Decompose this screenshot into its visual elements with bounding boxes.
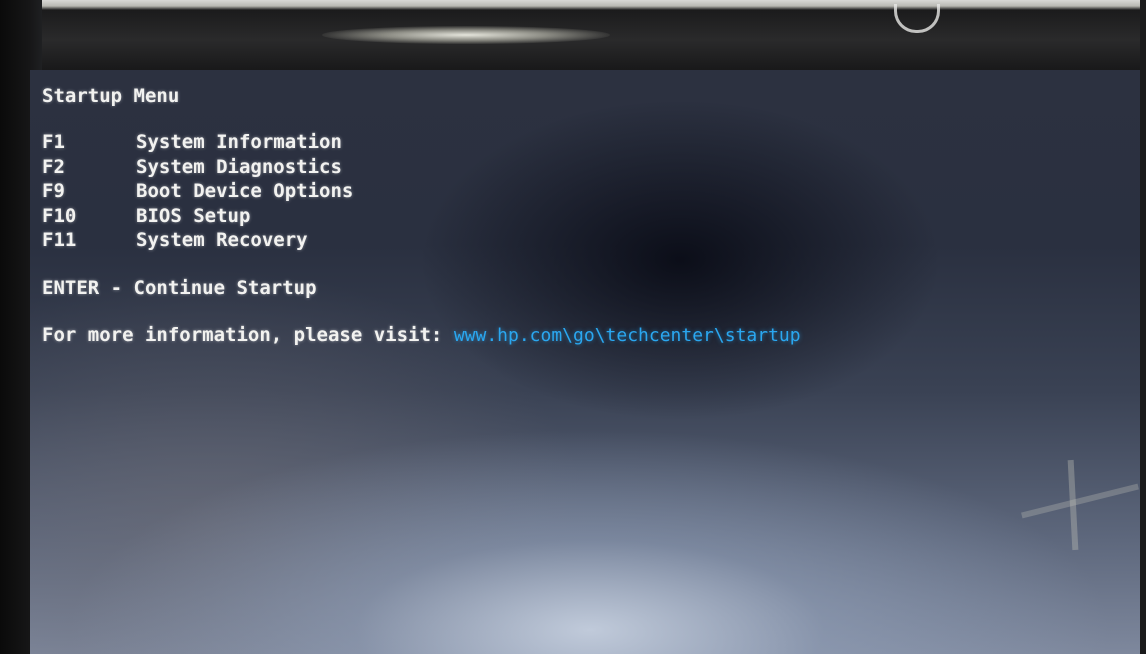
- continue-startup-option[interactable]: ENTER - Continue Startup: [42, 276, 801, 300]
- menu-item-key: F1: [42, 131, 65, 153]
- menu-item-key: F9: [42, 180, 65, 202]
- laptop-bezel-right: [1140, 0, 1146, 654]
- menu-item-system-information[interactable]: F1 System Information: [42, 130, 801, 155]
- menu-item-bios-setup[interactable]: F10 BIOS Setup: [42, 204, 801, 229]
- menu-item-label: BIOS Setup: [136, 204, 251, 227]
- menu-item-key: F11: [42, 229, 77, 251]
- menu-item-label: System Diagnostics: [136, 155, 342, 178]
- bezel-glare: [322, 26, 610, 44]
- more-info-line: For more information, please visit: www.…: [42, 323, 801, 348]
- menu-item-system-recovery[interactable]: F11 System Recovery: [42, 228, 801, 253]
- startup-menu: Startup Menu F1 System Information F2 Sy…: [42, 84, 801, 348]
- bios-photo: Startup Menu F1 System Information F2 Sy…: [0, 0, 1146, 654]
- startup-menu-title: Startup Menu: [42, 85, 180, 107]
- menu-item-key: F10: [42, 204, 77, 227]
- menu-item-key: F2: [42, 155, 65, 178]
- menu-item-label: System Information: [136, 131, 342, 153]
- menu-item-label: Boot Device Options: [136, 180, 354, 202]
- menu-item-boot-device-options[interactable]: F9 Boot Device Options: [42, 179, 801, 204]
- screen-reflection: [1021, 483, 1139, 519]
- menu-item-label: System Recovery: [136, 229, 308, 251]
- menu-item-system-diagnostics[interactable]: F2 System Diagnostics: [42, 155, 801, 180]
- help-url-link[interactable]: www.hp.com\go\techcenter\startup: [454, 325, 801, 346]
- more-info-text: For more information, please visit:: [42, 323, 454, 346]
